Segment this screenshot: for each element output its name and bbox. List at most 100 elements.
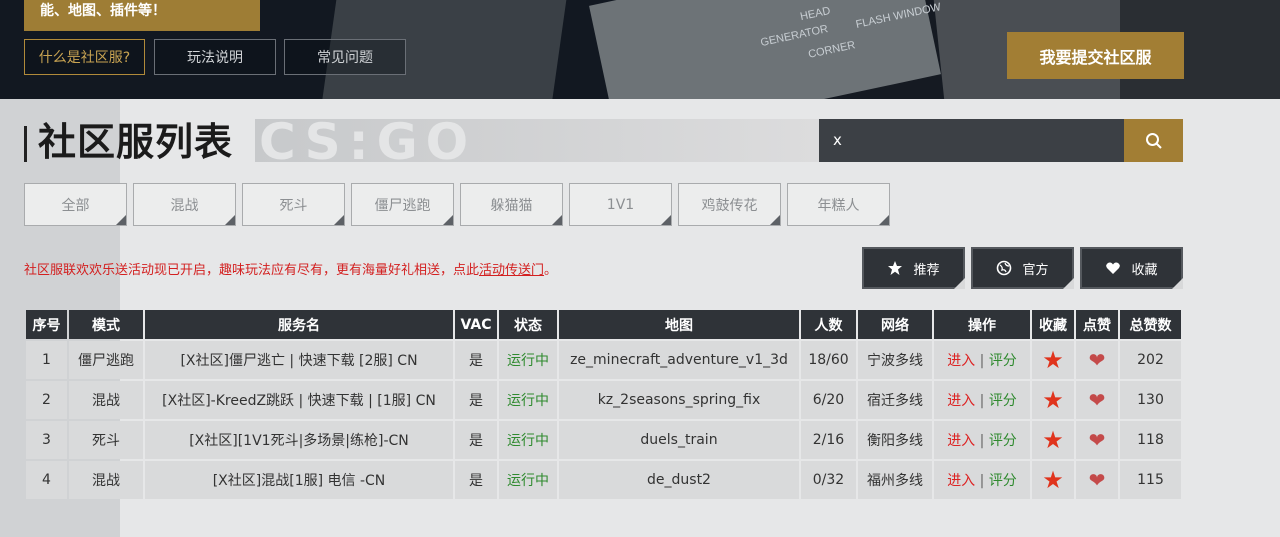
csgo-watermark: CS:GO — [255, 113, 820, 171]
cell-server-name: [X社区][1V1死斗|多场景|练枪]-CN — [145, 421, 453, 459]
cell-total-likes: 115 — [1120, 461, 1181, 499]
header-vac: VAC — [455, 310, 497, 339]
rate-link[interactable]: 评分 — [989, 473, 1017, 489]
cell-network: 福州多线 — [858, 461, 932, 499]
cell-players: 6/20 — [801, 381, 856, 419]
corner-marker — [225, 215, 235, 225]
filter-label: 全部 — [61, 197, 90, 214]
cell-status: 运行中 — [499, 421, 557, 459]
filter-label: 僵尸逃跑 — [374, 197, 431, 214]
header-server-name: 服务名 — [145, 310, 453, 339]
like-heart-icon[interactable]: ❤ — [1089, 348, 1106, 372]
filter-label: 躲猫猫 — [490, 197, 533, 214]
cell-mode: 混战 — [69, 461, 143, 499]
favorite-star-icon[interactable]: ★ — [1042, 426, 1064, 454]
filter-1v1[interactable]: 1V1 — [569, 183, 672, 226]
cell-mode: 死斗 — [69, 421, 143, 459]
favorite-star-icon[interactable]: ★ — [1042, 466, 1064, 494]
cell-favorite[interactable]: ★ — [1032, 341, 1074, 379]
cell-no: 3 — [26, 421, 67, 459]
tab-gameplay-guide[interactable]: 玩法说明 — [154, 39, 276, 75]
filter-rice-cake[interactable]: 年糕人 — [787, 183, 890, 226]
like-heart-icon[interactable]: ❤ — [1089, 468, 1106, 492]
header-players: 人数 — [801, 310, 856, 339]
rate-link[interactable]: 评分 — [989, 353, 1017, 369]
cell-server-name: [X社区]-KreedZ跳跃 | 快速下载 | [1服] CN — [145, 381, 453, 419]
separator: | — [975, 433, 989, 449]
filter-label: 死斗 — [279, 197, 308, 214]
cell-no: 2 — [26, 381, 67, 419]
header-network: 网络 — [858, 310, 932, 339]
cell-actions: 进入 | 评分 — [934, 341, 1030, 379]
header-map: 地图 — [559, 310, 799, 339]
enter-link[interactable]: 进入 — [947, 473, 975, 489]
cell-like[interactable]: ❤ — [1076, 461, 1118, 499]
cell-favorite[interactable]: ★ — [1032, 461, 1074, 499]
favorite-star-icon[interactable]: ★ — [1042, 346, 1064, 374]
table-row[interactable]: 4 混战 [X社区]混战[1服] 电信 -CN 是 运行中 de_dust2 0… — [26, 461, 1181, 499]
corner-marker — [661, 215, 671, 225]
search-input[interactable]: x — [819, 119, 1124, 162]
enter-link[interactable]: 进入 — [947, 353, 975, 369]
header-mode: 模式 — [69, 310, 143, 339]
filter-pass-the-drum[interactable]: 鸡鼓传花 — [678, 183, 781, 226]
filter-label: 混战 — [170, 197, 199, 214]
cell-players: 0/32 — [801, 461, 856, 499]
filter-label: 1V1 — [606, 196, 635, 213]
cell-actions: 进入 | 评分 — [934, 381, 1030, 419]
like-heart-icon[interactable]: ❤ — [1089, 388, 1106, 412]
table-row[interactable]: 3 死斗 [X社区][1V1死斗|多场景|练枪]-CN 是 运行中 duels_… — [26, 421, 1181, 459]
enter-link[interactable]: 进入 — [947, 393, 975, 409]
cell-favorite[interactable]: ★ — [1032, 421, 1074, 459]
tab-what-is-community-server[interactable]: 什么是社区服? — [24, 39, 145, 75]
cell-vac: 是 — [455, 461, 497, 499]
heart-icon — [1106, 262, 1121, 274]
cell-mode: 混战 — [69, 381, 143, 419]
official-button[interactable]: 官方 — [971, 247, 1074, 289]
favorites-button[interactable]: 收藏 — [1080, 247, 1183, 289]
filter-hide-and-seek[interactable]: 躲猫猫 — [460, 183, 563, 226]
cell-network: 衡阳多线 — [858, 421, 932, 459]
cell-favorite[interactable]: ★ — [1032, 381, 1074, 419]
page-title: 社区服列表 — [38, 120, 234, 164]
cell-like[interactable]: ❤ — [1076, 381, 1118, 419]
corner-marker — [954, 278, 965, 289]
cell-vac: 是 — [455, 421, 497, 459]
separator: | — [975, 473, 989, 489]
table-row[interactable]: 2 混战 [X社区]-KreedZ跳跃 | 快速下载 | [1服] CN 是 运… — [26, 381, 1181, 419]
cell-map: kz_2seasons_spring_fix — [559, 381, 799, 419]
search-icon — [1145, 132, 1162, 149]
cell-map: duels_train — [559, 421, 799, 459]
cell-no: 1 — [26, 341, 67, 379]
filter-zombie-escape[interactable]: 僵尸逃跑 — [351, 183, 454, 226]
cell-like[interactable]: ❤ — [1076, 341, 1118, 379]
cell-actions: 进入 | 评分 — [934, 421, 1030, 459]
favorite-star-icon[interactable]: ★ — [1042, 386, 1064, 414]
filter-label: 年糕人 — [817, 197, 860, 214]
enter-link[interactable]: 进入 — [947, 433, 975, 449]
table-row[interactable]: 1 僵尸逃跑 [X社区]僵尸逃亡 | 快速下载 [2服] CN 是 运行中 ze… — [26, 341, 1181, 379]
cell-mode: 僵尸逃跑 — [69, 341, 143, 379]
separator: | — [975, 353, 989, 369]
filter-melee[interactable]: 混战 — [133, 183, 236, 226]
header-total-likes: 总赞数 — [1120, 310, 1181, 339]
cell-map: ze_minecraft_adventure_v1_3d — [559, 341, 799, 379]
filter-deathmatch[interactable]: 死斗 — [242, 183, 345, 226]
filter-label: 鸡鼓传花 — [701, 197, 758, 214]
event-portal-link[interactable]: 活动传送门 — [479, 263, 544, 278]
cell-like[interactable]: ❤ — [1076, 421, 1118, 459]
search-button[interactable] — [1124, 119, 1183, 162]
star-icon — [888, 261, 903, 275]
tab-faq[interactable]: 常见问题 — [284, 39, 406, 75]
cell-players: 18/60 — [801, 341, 856, 379]
recommended-button[interactable]: 推荐 — [862, 247, 965, 289]
rate-link[interactable]: 评分 — [989, 393, 1017, 409]
globe-icon — [997, 260, 1012, 276]
corner-marker — [334, 215, 344, 225]
like-heart-icon[interactable]: ❤ — [1089, 428, 1106, 452]
rate-link[interactable]: 评分 — [989, 433, 1017, 449]
header-favorite: 收藏 — [1032, 310, 1074, 339]
filter-all[interactable]: 全部 — [24, 183, 127, 226]
separator: | — [975, 393, 989, 409]
submit-server-button[interactable]: 我要提交社区服 — [1007, 32, 1184, 79]
